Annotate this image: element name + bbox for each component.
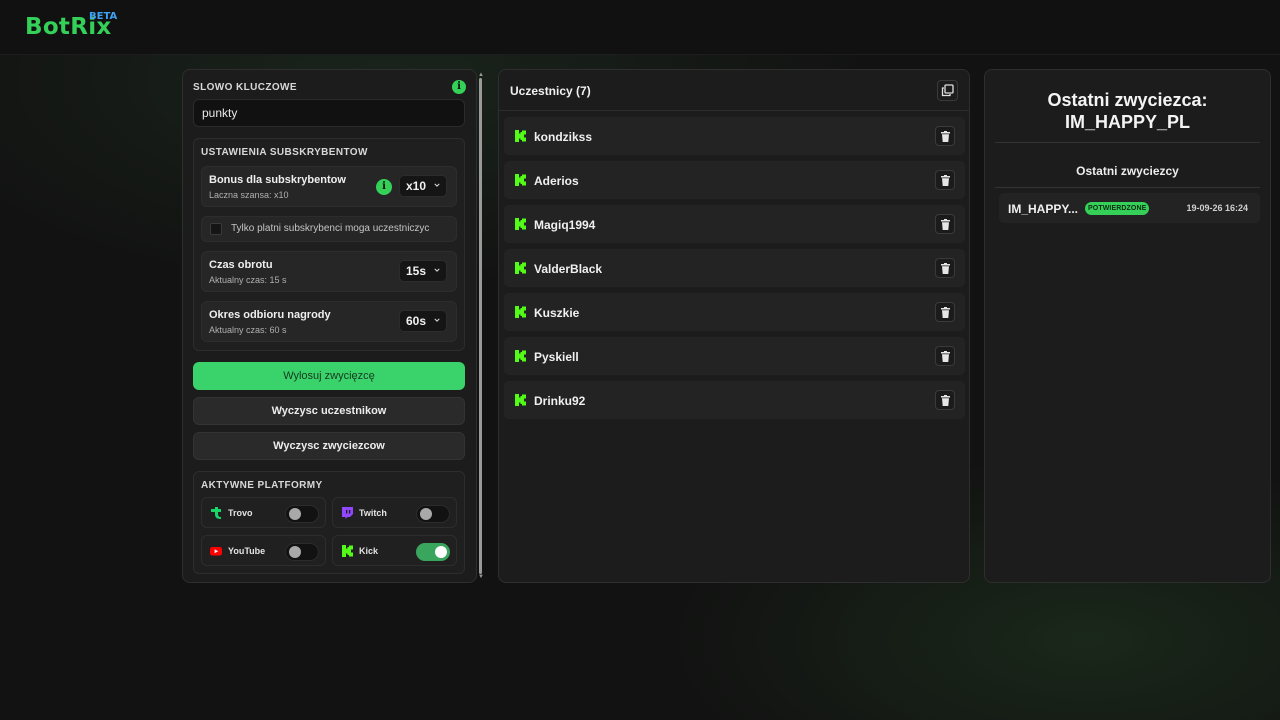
brand-logo[interactable]: BotRix BETA [25, 11, 117, 40]
trovo-toggle[interactable] [285, 505, 319, 523]
participant-name: kondzikss [534, 130, 593, 144]
settings-scrollbar[interactable]: ▲ ▼ [478, 72, 484, 580]
participant-name: Drinku92 [534, 394, 586, 408]
trash-icon [941, 307, 950, 318]
participants-title: Uczestnicy (7) [510, 84, 591, 98]
subscriber-bonus-subtitle: Laczna szansa: x10 [209, 190, 289, 200]
copy-participants-button[interactable] [937, 80, 958, 101]
claim-period-title: Okres odbioru nagrody [209, 309, 331, 321]
kick-icon [515, 218, 526, 230]
bonus-info-icon[interactable]: i [376, 179, 392, 195]
paid-only-checkbox[interactable] [210, 223, 222, 235]
claim-period-select[interactable]: 60s [399, 310, 447, 332]
keyword-label: SLOWO KLUCZOWE [193, 82, 297, 93]
participant-row: Magiq1994 [504, 205, 965, 243]
participants-divider [499, 110, 969, 111]
participant-name: Aderios [534, 174, 579, 188]
subscriber-settings-label: USTAWIENIA SUBSKRYBENTOW [201, 147, 368, 158]
platform-name: Twitch [359, 508, 387, 518]
trash-icon [941, 263, 950, 274]
winner-name: IM_HAPPY... [1008, 202, 1079, 216]
clear-participants-button[interactable]: Wyczysc uczestnikow [193, 397, 465, 425]
platforms-label: AKTYWNE PLATFORMY [201, 480, 323, 491]
paid-only-label: Tylko platni subskrybenci moga uczestnic… [231, 223, 430, 234]
twitch-toggle[interactable] [416, 505, 450, 523]
delete-participant-button[interactable] [935, 390, 955, 410]
participant-row: Aderios [504, 161, 965, 199]
chevron-down-icon [434, 318, 440, 322]
recent-winners-divider [995, 187, 1260, 188]
last-winner-name: IM_HAPPY_PL [1064, 112, 1191, 132]
participant-row: Pyskiell [504, 337, 965, 375]
spin-time-title: Czas obrotu [209, 259, 273, 271]
participant-name: Magiq1994 [534, 218, 596, 232]
chevron-down-icon [434, 183, 440, 187]
youtube-toggle[interactable] [285, 543, 319, 561]
platform-name: Trovo [228, 508, 253, 518]
delete-participant-button[interactable] [935, 170, 955, 190]
keyword-info-icon[interactable]: i [452, 80, 466, 94]
kick-icon [515, 350, 526, 362]
delete-participant-button[interactable] [935, 302, 955, 322]
copy-icon [941, 84, 954, 97]
winners-divider [995, 142, 1260, 143]
trash-icon [941, 395, 950, 406]
platform-youtube: YouTube [201, 535, 326, 566]
trovo-icon [211, 507, 221, 519]
kick-icon [515, 262, 526, 274]
participant-name: ValderBlack [534, 262, 603, 276]
clear-winners-button[interactable]: Wyczysc zwyciezcow [193, 432, 465, 460]
subscriber-bonus-title: Bonus dla subskrybentow [209, 174, 346, 186]
kick-icon [515, 394, 526, 406]
beta-badge: BETA [89, 11, 118, 22]
spin-time-subtitle: Aktualny czas: 15 s [209, 275, 287, 285]
winner-row[interactable]: IM_HAPPY... POTWIERDZONE 19-09-26 16:24 [999, 193, 1260, 223]
winners-panel [984, 69, 1271, 583]
platform-name: Kick [359, 546, 379, 556]
kick-icon [515, 174, 526, 186]
trash-icon [941, 131, 950, 142]
kick-icon [515, 130, 526, 142]
subscriber-bonus-select[interactable]: x10 [399, 175, 447, 197]
claim-period-value: 60s [406, 314, 427, 328]
keyword-input[interactable] [193, 99, 465, 127]
delete-participant-button[interactable] [935, 126, 955, 146]
draw-winner-button[interactable]: Wylosuj zwycięzcę [193, 362, 465, 390]
claim-period-subtitle: Aktualny czas: 60 s [209, 325, 287, 335]
participant-row: Kuszkie [504, 293, 965, 331]
status-badge: POTWIERDZONE [1085, 202, 1150, 215]
participant-name: Kuszkie [534, 306, 580, 320]
spin-time-select[interactable]: 15s [399, 260, 447, 282]
spin-time-value: 15s [406, 264, 427, 278]
kick-icon [515, 306, 526, 318]
trash-icon [941, 175, 950, 186]
chevron-down-icon [434, 268, 440, 272]
delete-participant-button[interactable] [935, 346, 955, 366]
platform-twitch: Twitch [332, 497, 457, 528]
platform-name: YouTube [228, 546, 266, 556]
platform-kick: Kick [332, 535, 457, 566]
twitch-icon [342, 507, 353, 519]
participant-row: ValderBlack [504, 249, 965, 287]
delete-participant-button[interactable] [935, 214, 955, 234]
participant-row: kondzikss [504, 117, 965, 155]
delete-participant-button[interactable] [935, 258, 955, 278]
kick-icon [342, 545, 353, 557]
last-winner-heading: Ostatni zwyciezca: [1047, 90, 1208, 110]
winner-date: 19-09-26 16:24 [1186, 203, 1248, 213]
recent-winners-title: Ostatni zwyciezcy [1076, 164, 1179, 178]
participant-row: Drinku92 [504, 381, 965, 419]
youtube-icon [210, 547, 222, 556]
trash-icon [941, 219, 950, 230]
participant-name: Pyskiell [534, 350, 579, 364]
top-bar: BotRix BETA [0, 0, 1280, 55]
platform-trovo: Trovo [201, 497, 326, 528]
subscriber-bonus-value: x10 [406, 179, 427, 193]
kick-toggle[interactable] [416, 543, 450, 561]
trash-icon [941, 351, 950, 362]
